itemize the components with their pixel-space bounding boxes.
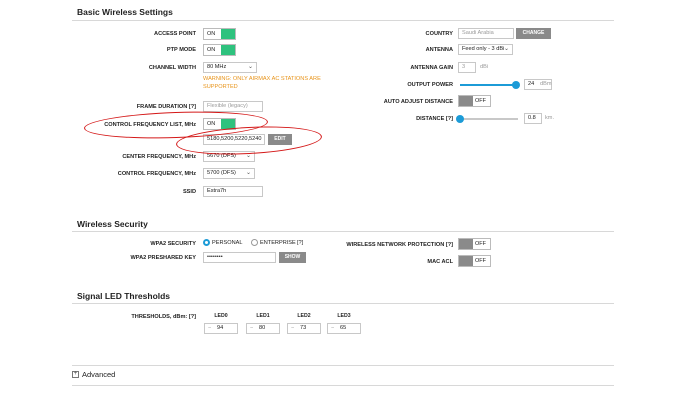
country-label: COUNTRY: [425, 31, 453, 37]
toggle-knob: [221, 45, 235, 55]
divider: [72, 365, 614, 366]
toggle-knob: [459, 256, 473, 266]
distance-input[interactable]: 0.8: [524, 113, 542, 124]
antenna-select[interactable]: Feed only - 3 dBi ⌄: [458, 44, 513, 55]
divider: [72, 385, 614, 386]
toggle-state: ON: [207, 47, 216, 53]
divider: [72, 231, 614, 232]
control-frequency-select[interactable]: 5700 (DFS) ⌄: [203, 168, 255, 179]
chevron-down-icon: ⌄: [247, 64, 253, 70]
divider: [72, 20, 614, 21]
personal-radio[interactable]: [203, 239, 210, 246]
led3-input[interactable]: − 65: [327, 323, 361, 334]
preshared-key-input[interactable]: ••••••••: [203, 252, 276, 263]
wireless-network-protection-toggle[interactable]: OFF: [458, 238, 491, 250]
led3-value: 65: [340, 325, 347, 331]
advanced-toggle-label[interactable]: Advanced: [82, 370, 115, 379]
led0-input[interactable]: − 94: [204, 323, 238, 334]
select-value: Feed only - 3 dBi: [462, 46, 505, 52]
select-value: 5700 (DFS): [207, 170, 236, 176]
auto-adjust-distance-label: AUTO ADJUST DISTANCE: [383, 99, 453, 105]
enterprise-help[interactable]: [?]: [297, 240, 303, 246]
distance-slider-track: [460, 118, 518, 120]
change-country-button[interactable]: CHANGE: [516, 28, 551, 39]
led3-header: LED3: [337, 313, 351, 319]
personal-radio-label: PERSONAL: [212, 240, 243, 246]
minus-sign: −: [208, 325, 212, 331]
mac-acl-toggle[interactable]: OFF: [458, 255, 491, 267]
wpa2-security-label: WPA2 SECURITY: [150, 241, 196, 247]
mac-acl-label: MAC ACL: [427, 259, 453, 265]
distance-unit: km.: [545, 115, 555, 121]
minus-sign: −: [291, 325, 295, 331]
show-key-button[interactable]: SHOW: [279, 252, 306, 263]
wireless-network-protection-label: WIRELESS NETWORK PROTECTION [?]: [346, 242, 453, 248]
thresholds-label: THRESHOLDS, dBm: [?]: [131, 314, 196, 320]
center-frequency-label: CENTER FREQUENCY, MHz: [122, 154, 196, 160]
output-power-label: OUTPUT POWER: [407, 82, 453, 88]
minus-sign: −: [250, 325, 254, 331]
section-title-security: Wireless Security: [77, 219, 148, 229]
output-power-slider-fill: [460, 84, 516, 86]
output-power-unit: dBm: [540, 81, 552, 87]
channel-width-label: CHANNEL WIDTH: [148, 65, 196, 71]
output-power-slider-handle[interactable]: [512, 81, 520, 89]
section-title-basic: Basic Wireless Settings: [77, 7, 173, 17]
ptp-mode-label: PTP MODE: [166, 47, 196, 53]
preshared-key-label: WPA2 PRESHARED KEY: [130, 255, 196, 261]
section-title-led: Signal LED Thresholds: [77, 291, 171, 301]
access-point-toggle[interactable]: ON: [203, 28, 236, 40]
enterprise-radio[interactable]: [251, 239, 258, 246]
warning-line-2: SUPPORTED: [203, 84, 238, 90]
toggle-state: OFF: [475, 258, 486, 264]
toggle-knob: [459, 239, 473, 249]
toggle-state: OFF: [475, 241, 486, 247]
select-value: Flexible (legacy): [207, 103, 248, 109]
led1-input[interactable]: − 80: [246, 323, 280, 334]
antenna-gain-unit: dBi: [480, 64, 489, 70]
antenna-label: ANTENNA: [425, 47, 453, 53]
toggle-knob: [459, 96, 473, 106]
select-value: 80 MHz: [207, 64, 227, 70]
toggle-state: ON: [207, 31, 216, 37]
toggle-state: OFF: [475, 98, 486, 104]
minus-sign: −: [331, 325, 335, 331]
led2-input[interactable]: − 73: [287, 323, 321, 334]
led1-value: 80: [259, 325, 266, 331]
antenna-gain-label: ANTENNA GAIN: [410, 65, 453, 71]
ssid-input[interactable]: Estra7h: [203, 186, 263, 197]
distance-slider-handle[interactable]: [456, 115, 464, 123]
led2-value: 73: [300, 325, 307, 331]
warning-line-1: WARNING: ONLY AIRMAX AC STATIONS ARE: [203, 76, 321, 82]
expand-icon[interactable]: +: [72, 371, 79, 378]
access-point-label: ACCESS POINT: [154, 31, 196, 37]
warning-text: WARNING: ONLY AIRMAX AC STATIONS ARE SUP…: [203, 75, 321, 91]
frame-duration-label: FRAME DURATION [?]: [136, 104, 196, 110]
led0-header: LED0: [214, 313, 228, 319]
led0-value: 94: [217, 325, 224, 331]
led1-header: LED1: [256, 313, 270, 319]
ptp-mode-toggle[interactable]: ON: [203, 44, 236, 56]
antenna-gain-input: 3: [458, 62, 476, 73]
led2-header: LED2: [297, 313, 311, 319]
chevron-down-icon: ⌄: [245, 170, 251, 176]
enterprise-radio-label: ENTERPRISE: [260, 240, 296, 246]
distance-label: DISTANCE [?]: [416, 116, 453, 122]
chevron-down-icon: ⌄: [503, 46, 509, 52]
country-field: Saudi Arabia: [458, 28, 514, 39]
divider: [72, 303, 614, 304]
auto-adjust-distance-toggle[interactable]: OFF: [458, 95, 491, 107]
frame-duration-select[interactable]: Flexible (legacy): [203, 101, 263, 112]
ssid-label: SSID: [182, 189, 196, 195]
control-frequency-label: CONTROL FREQUENCY, MHz: [117, 171, 196, 177]
toggle-knob: [221, 29, 235, 39]
channel-width-select[interactable]: 80 MHz ⌄: [203, 62, 257, 73]
